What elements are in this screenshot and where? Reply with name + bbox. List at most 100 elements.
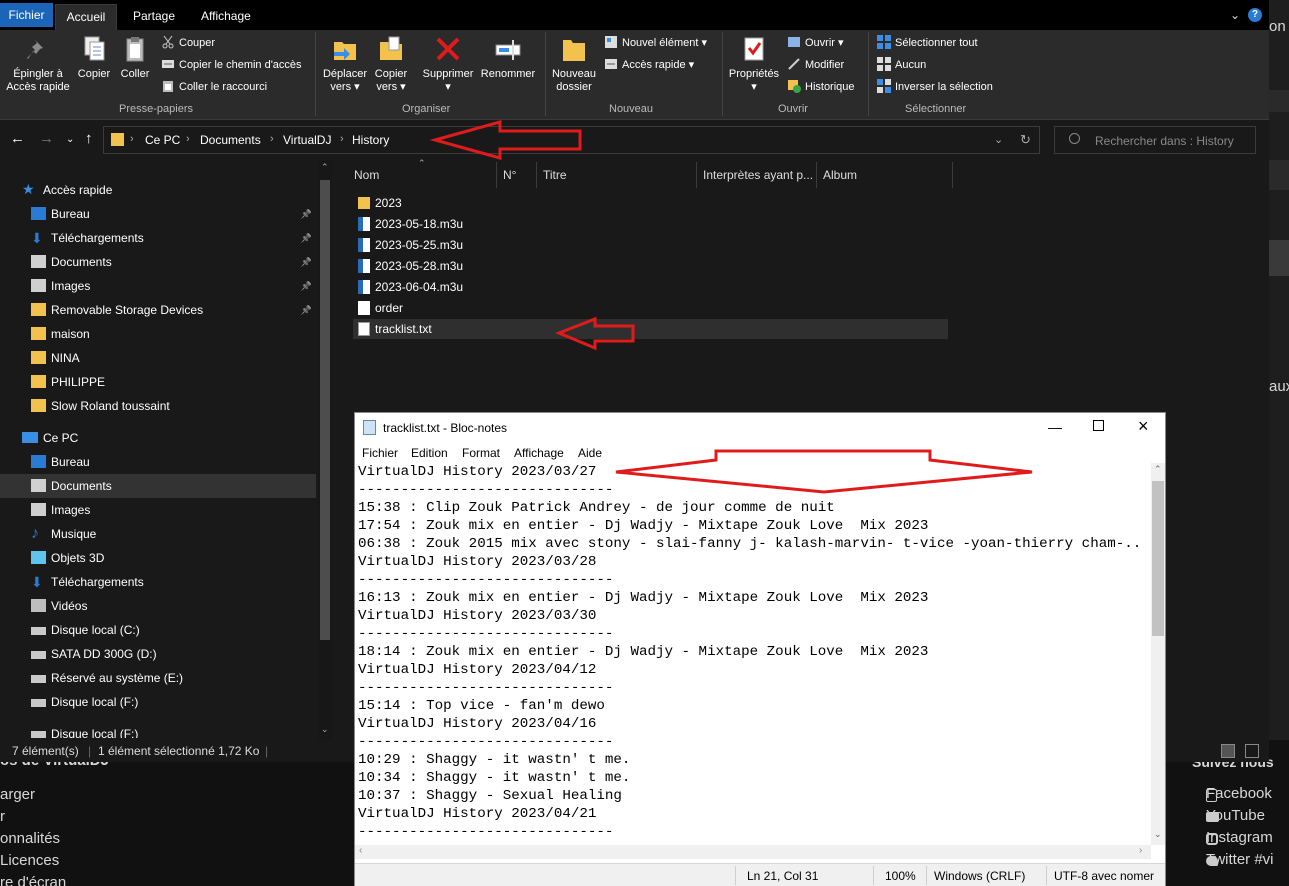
forward-arrow-icon[interactable]: → bbox=[39, 130, 54, 147]
breadcrumb-this-pc[interactable]: Ce PC bbox=[145, 133, 180, 147]
open-button[interactable]: Ouvrir ▾ bbox=[787, 34, 844, 52]
nav-item[interactable]: Disque local (F:) bbox=[0, 690, 316, 714]
select-all-button[interactable]: Sélectionner tout bbox=[877, 34, 978, 52]
file-row[interactable]: 2023-05-28.m3u bbox=[353, 256, 948, 276]
history-button[interactable]: Historique bbox=[787, 78, 855, 96]
nav-item[interactable]: Images bbox=[0, 498, 316, 522]
pin-icon[interactable]: 📌 bbox=[301, 298, 312, 322]
menu-help[interactable]: Aide bbox=[578, 446, 602, 460]
collapse-ribbon-icon[interactable]: ⌄ bbox=[1230, 8, 1240, 22]
back-arrow-icon[interactable]: ← bbox=[10, 130, 25, 147]
bg-link[interactable]: onnalités bbox=[0, 830, 60, 847]
pin-icon[interactable]: 📌 bbox=[301, 202, 312, 226]
nav-pane-scrollbar[interactable]: ⌃ ⌄ bbox=[318, 160, 332, 740]
breadcrumb-history[interactable]: History bbox=[352, 133, 389, 147]
column-artists[interactable]: Interprètes ayant p... bbox=[703, 166, 813, 188]
minimize-icon[interactable]: — bbox=[1048, 419, 1062, 435]
breadcrumb-documents[interactable]: Documents bbox=[200, 133, 261, 147]
help-icon[interactable]: ? bbox=[1248, 8, 1262, 22]
menu-view[interactable]: Affichage bbox=[514, 446, 564, 460]
breadcrumb-virtualdj[interactable]: VirtualDJ bbox=[283, 133, 331, 147]
cut-button[interactable]: Couper bbox=[161, 34, 215, 52]
properties-button[interactable]: Propriétés ▾ bbox=[726, 34, 782, 94]
pin-icon[interactable]: 📌 bbox=[301, 274, 312, 298]
nav-item[interactable]: Vidéos bbox=[0, 594, 316, 618]
copy-to-button[interactable]: Copier vers ▾ bbox=[371, 34, 411, 94]
nav-item[interactable]: Bureau 📌 bbox=[0, 202, 316, 226]
file-row[interactable]: 2023-05-25.m3u bbox=[353, 235, 948, 255]
nav-item[interactable]: Images 📌 bbox=[0, 274, 316, 298]
tab-home[interactable]: Accueil bbox=[55, 4, 117, 30]
nav-item[interactable]: Bureau bbox=[0, 450, 316, 474]
nav-item[interactable]: ⬇ Téléchargements 📌 bbox=[0, 226, 316, 250]
bg-link[interactable]: r bbox=[0, 808, 5, 825]
nav-item[interactable]: NINA bbox=[0, 346, 316, 370]
nav-item[interactable]: Réservé au système (E:) bbox=[0, 666, 316, 690]
nav-quick-access[interactable]: ★ Accès rapide bbox=[20, 178, 320, 202]
scrollbar-thumb[interactable] bbox=[1152, 481, 1164, 636]
column-divider[interactable] bbox=[816, 162, 817, 188]
paste-button[interactable]: Coller bbox=[116, 34, 154, 81]
new-item-button[interactable]: Nouvel élément ▾ bbox=[604, 34, 707, 52]
column-album[interactable]: Album bbox=[823, 166, 857, 188]
breadcrumb-chevron-icon[interactable]: › bbox=[340, 133, 344, 145]
nav-item[interactable]: maison bbox=[0, 322, 316, 346]
scroll-down-icon[interactable]: ⌄ bbox=[1154, 829, 1162, 840]
scroll-up-icon[interactable]: ⌃ bbox=[1154, 464, 1162, 475]
copy-button[interactable]: Copier bbox=[74, 34, 114, 81]
tab-file[interactable]: Fichier bbox=[0, 3, 53, 27]
column-divider[interactable] bbox=[536, 162, 537, 188]
nav-item[interactable]: ♪ Musique bbox=[0, 522, 316, 546]
nav-item[interactable]: PHILIPPE bbox=[0, 370, 316, 394]
tab-view[interactable]: Affichage bbox=[191, 4, 261, 29]
column-divider[interactable] bbox=[496, 162, 497, 188]
paste-shortcut-button[interactable]: Coller le raccourci bbox=[161, 78, 267, 96]
maximize-icon[interactable] bbox=[1093, 420, 1104, 431]
file-row[interactable]: order bbox=[353, 298, 948, 318]
bg-link[interactable]: Licences bbox=[0, 852, 59, 869]
tab-share[interactable]: Partage bbox=[123, 4, 185, 29]
search-box[interactable]: Rechercher dans : History bbox=[1054, 126, 1256, 154]
delete-button[interactable]: Supprimer ▾ bbox=[418, 34, 478, 94]
file-row[interactable]: 2023-06-04.m3u bbox=[353, 277, 948, 297]
notepad-horizontal-scrollbar[interactable]: ‹ › bbox=[355, 845, 1151, 859]
column-name[interactable]: Nom bbox=[354, 166, 379, 188]
up-arrow-icon[interactable]: ↑ bbox=[85, 130, 93, 147]
nav-item[interactable]: Documents 📌 bbox=[0, 250, 316, 274]
large-icons-view-icon[interactable] bbox=[1245, 744, 1259, 758]
file-row[interactable]: tracklist.txt bbox=[353, 319, 948, 339]
file-row[interactable]: 2023 bbox=[353, 193, 948, 213]
scroll-down-icon[interactable]: ⌄ bbox=[321, 724, 329, 735]
close-icon[interactable]: × bbox=[1138, 416, 1149, 437]
nav-item[interactable]: Removable Storage Devices 📌 bbox=[0, 298, 316, 322]
invert-selection-button[interactable]: Inverser la sélection bbox=[877, 78, 993, 96]
select-none-button[interactable]: Aucun bbox=[877, 56, 926, 74]
new-folder-button[interactable]: Nouveau dossier bbox=[548, 34, 600, 94]
nav-item[interactable]: SATA DD 300G (D:) bbox=[0, 642, 316, 666]
column-divider[interactable] bbox=[696, 162, 697, 188]
copy-path-button[interactable]: Copier le chemin d'accès bbox=[161, 56, 302, 74]
easy-access-button[interactable]: Accès rapide ▾ bbox=[604, 56, 694, 74]
pin-icon[interactable]: 📌 bbox=[301, 250, 312, 274]
notepad-vertical-scrollbar[interactable]: ⌃ ⌄ bbox=[1151, 463, 1165, 845]
pin-quick-access-button[interactable]: Épingler à Accès rapide bbox=[4, 34, 72, 94]
notepad-title-bar[interactable]: tracklist.txt - Bloc-notes — × bbox=[355, 413, 1165, 443]
menu-file[interactable]: Fichier bbox=[362, 446, 398, 460]
column-track-number[interactable]: N° bbox=[503, 166, 516, 188]
nav-item[interactable]: Documents bbox=[0, 474, 316, 498]
bg-link[interactable]: arger bbox=[0, 786, 35, 803]
breadcrumb-chevron-icon[interactable]: › bbox=[130, 133, 134, 145]
edit-button[interactable]: Modifier bbox=[787, 56, 844, 74]
nav-item[interactable]: Slow Roland toussaint bbox=[0, 394, 316, 418]
details-view-icon[interactable] bbox=[1221, 744, 1235, 758]
menu-format[interactable]: Format bbox=[462, 446, 500, 460]
breadcrumb-chevron-icon[interactable]: › bbox=[186, 133, 190, 145]
pin-icon[interactable]: 📌 bbox=[301, 226, 312, 250]
nav-item[interactable]: Disque local (C:) bbox=[0, 618, 316, 642]
nav-item[interactable]: Disque local (F:) bbox=[0, 722, 316, 738]
refresh-icon[interactable]: ↻ bbox=[1020, 132, 1031, 148]
scroll-right-icon[interactable]: › bbox=[1139, 845, 1142, 856]
nav-this-pc[interactable]: Ce PC bbox=[20, 426, 320, 450]
scroll-up-icon[interactable]: ⌃ bbox=[321, 162, 329, 173]
address-dropdown-icon[interactable]: ⌄ bbox=[994, 133, 1003, 146]
